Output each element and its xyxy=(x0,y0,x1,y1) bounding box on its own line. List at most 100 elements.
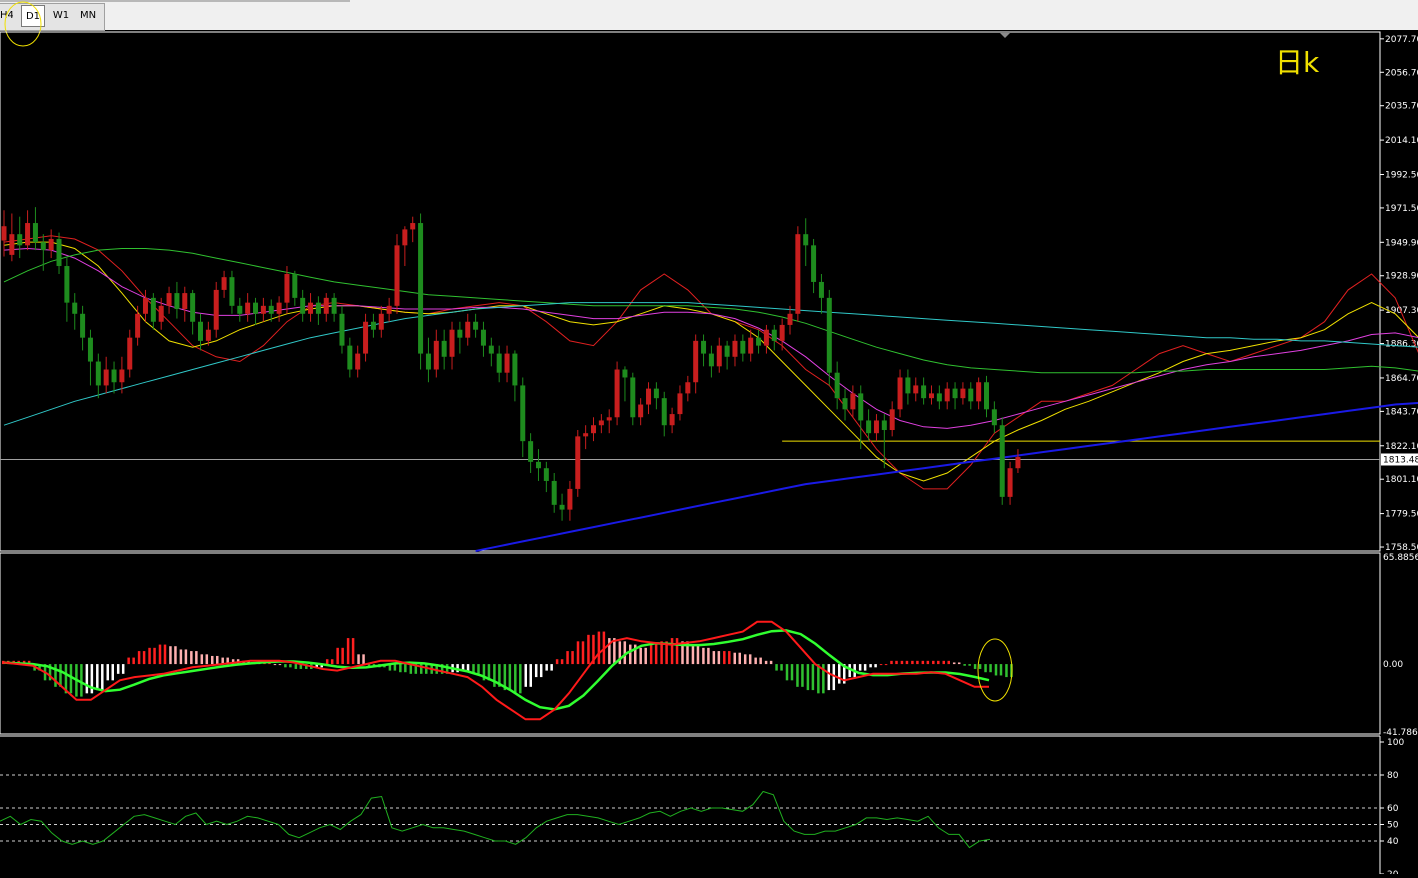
candle xyxy=(520,377,526,458)
candle xyxy=(834,361,840,410)
candle-body xyxy=(1007,468,1013,497)
candle xyxy=(80,305,86,351)
macd-histogram-bar xyxy=(811,664,815,691)
macd-histogram-bar xyxy=(477,664,480,674)
candle-body xyxy=(103,369,109,386)
candle xyxy=(433,329,439,378)
macd-histogram-bar xyxy=(827,664,831,691)
candle xyxy=(260,297,266,322)
candle-body xyxy=(449,329,455,357)
macd-histogram-bar xyxy=(707,647,710,665)
macd-histogram-bar xyxy=(806,664,810,691)
candle-body xyxy=(842,398,848,410)
macd-main-line xyxy=(3,620,989,721)
candle-body xyxy=(811,245,817,282)
candle-body xyxy=(991,409,997,426)
macd-histogram-bar xyxy=(733,652,736,665)
candle-body xyxy=(339,313,345,346)
candle xyxy=(150,293,156,330)
macd-histogram-bar xyxy=(644,647,647,665)
candle xyxy=(716,337,722,373)
candle-body xyxy=(323,297,329,314)
candle-body xyxy=(873,420,879,434)
candle-body xyxy=(245,302,251,314)
macd-histogram-bar xyxy=(973,664,977,669)
macd-histogram-bar xyxy=(284,664,287,668)
macd-histogram-bar xyxy=(211,655,214,665)
candle xyxy=(622,366,628,402)
candle-body xyxy=(653,388,659,399)
macd-histogram-bar xyxy=(111,664,114,681)
macd-histogram-bar xyxy=(639,647,642,665)
candle-body xyxy=(394,245,400,306)
candle-body xyxy=(818,281,824,298)
macd-histogram-bar xyxy=(96,664,99,691)
candle xyxy=(355,345,361,378)
candle xyxy=(842,388,848,421)
candle xyxy=(630,372,636,426)
macd-histogram-bar xyxy=(712,651,716,665)
macd-histogram-bar xyxy=(158,644,162,665)
macd-histogram-bar xyxy=(101,664,104,691)
candle xyxy=(897,369,903,418)
candle xyxy=(504,345,510,383)
macd-histogram-bar xyxy=(994,664,998,676)
macd-histogram-bar xyxy=(780,664,783,671)
candle-body xyxy=(72,302,78,314)
candle xyxy=(763,324,769,354)
candle xyxy=(968,382,974,410)
candle xyxy=(142,289,148,322)
macd-histogram-bar xyxy=(325,659,329,665)
candle-body xyxy=(119,369,125,383)
candle-body xyxy=(480,329,486,346)
candle xyxy=(638,398,644,426)
candle-body xyxy=(418,223,424,354)
macd-histogram-bar xyxy=(790,664,794,681)
candle-body xyxy=(80,313,86,338)
candle xyxy=(936,385,942,410)
macd-histogram-bar xyxy=(984,664,987,673)
macd-histogram-bar xyxy=(273,664,277,666)
macd-histogram-bar xyxy=(174,646,177,665)
candle xyxy=(803,218,809,267)
macd-histogram-bar xyxy=(294,664,298,669)
candle xyxy=(677,385,683,421)
candle xyxy=(535,449,541,481)
candle-body xyxy=(968,388,974,402)
macd-histogram-bar xyxy=(341,647,344,665)
candle xyxy=(779,318,785,351)
candle-body xyxy=(166,293,172,306)
macd-histogram-bar xyxy=(838,664,841,684)
candle-body xyxy=(213,289,219,330)
macd-histogram-bar xyxy=(675,638,679,665)
chart-canvas[interactable]: 2077.70 2056.70 2035.70 2014.10 1992.50 1971.… xyxy=(0,30,1418,878)
candle-body xyxy=(528,441,534,462)
candle-body xyxy=(425,353,431,370)
moving-average-line-ma-magenta xyxy=(3,247,1418,429)
macd-histogram-bar xyxy=(738,652,741,665)
candle xyxy=(724,340,730,370)
candle-body xyxy=(229,277,235,306)
candle-body xyxy=(205,329,211,341)
candle-body xyxy=(960,388,966,399)
candle xyxy=(646,382,652,415)
candle-body xyxy=(268,305,274,314)
candle xyxy=(850,385,856,418)
candle xyxy=(17,216,23,259)
current-price-label: 1813.48 xyxy=(1383,455,1418,465)
candle xyxy=(480,321,486,357)
trading-chart[interactable]: 2077.70 2056.70 2035.70 2014.10 1992.50 1971.… xyxy=(0,30,1418,878)
macd-histogram-bar xyxy=(555,659,559,665)
candle xyxy=(339,305,345,354)
macd-histogram-bar xyxy=(764,660,768,665)
candle-body xyxy=(300,297,306,314)
macd-histogram-bar xyxy=(916,660,919,665)
candle-body xyxy=(701,340,707,354)
tab-mn[interactable]: MN xyxy=(76,5,100,27)
candle-body xyxy=(850,393,856,410)
macd-histogram-bar xyxy=(932,660,935,665)
candle-body xyxy=(708,353,714,367)
macd-histogram-bar xyxy=(957,662,961,665)
candle xyxy=(182,286,188,322)
candle xyxy=(771,324,777,351)
